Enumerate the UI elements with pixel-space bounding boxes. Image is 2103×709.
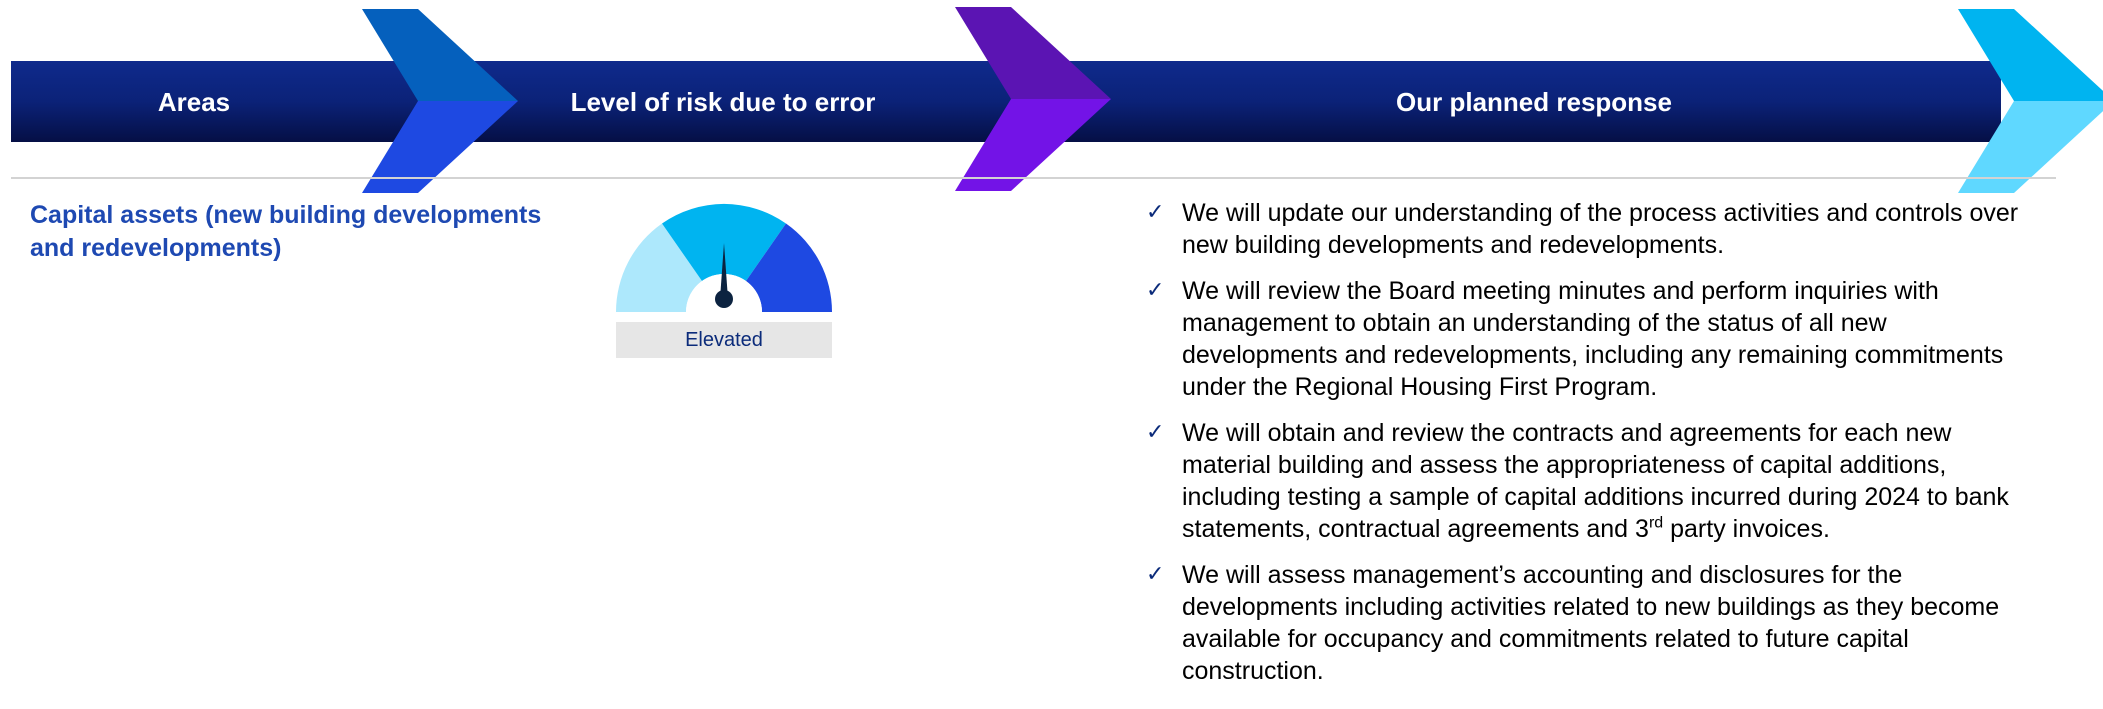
risk-gauge <box>615 195 833 315</box>
response-list: ✓ We will update our understanding of th… <box>1140 197 2040 701</box>
superscript-ordinal: rd <box>1648 514 1664 532</box>
checkmark-icon: ✓ <box>1146 278 1165 303</box>
checkmark-icon: ✓ <box>1146 562 1165 587</box>
response-text: We will update our understanding of the … <box>1182 199 2019 259</box>
header-divider <box>11 177 2056 179</box>
list-item: ✓ We will assess management’s accounting… <box>1140 559 2040 687</box>
slide: Areas Level of risk due to error Our pla… <box>0 0 2103 709</box>
checkmark-icon: ✓ <box>1146 420 1165 445</box>
list-item: ✓ We will obtain and review the contract… <box>1140 417 2040 545</box>
list-item: ✓ We will review the Board meeting minut… <box>1140 275 2040 403</box>
checkmark-icon: ✓ <box>1146 200 1165 225</box>
column-header-risk-level: Level of risk due to error <box>570 87 876 117</box>
column-header-planned-response: Our planned response <box>1396 87 1672 117</box>
chevron-arrow-icon <box>362 9 518 193</box>
chevron-arrow-icon <box>1958 9 2103 193</box>
list-item: ✓ We will update our understanding of th… <box>1140 197 2040 261</box>
risk-level-label: Elevated <box>685 329 763 351</box>
column-header-areas: Areas <box>157 87 231 117</box>
area-title: Capital assets (new building development… <box>30 201 542 262</box>
response-text-continued: party invoices. <box>1663 515 1830 543</box>
response-text: We will obtain and review the contracts … <box>1182 419 2009 543</box>
risk-level-badge: Elevated <box>616 322 832 358</box>
response-text: We will review the Board meeting minutes… <box>1182 277 2004 401</box>
response-text: We will assess management’s accounting a… <box>1182 561 2000 685</box>
chevron-arrow-icon <box>955 7 1111 191</box>
